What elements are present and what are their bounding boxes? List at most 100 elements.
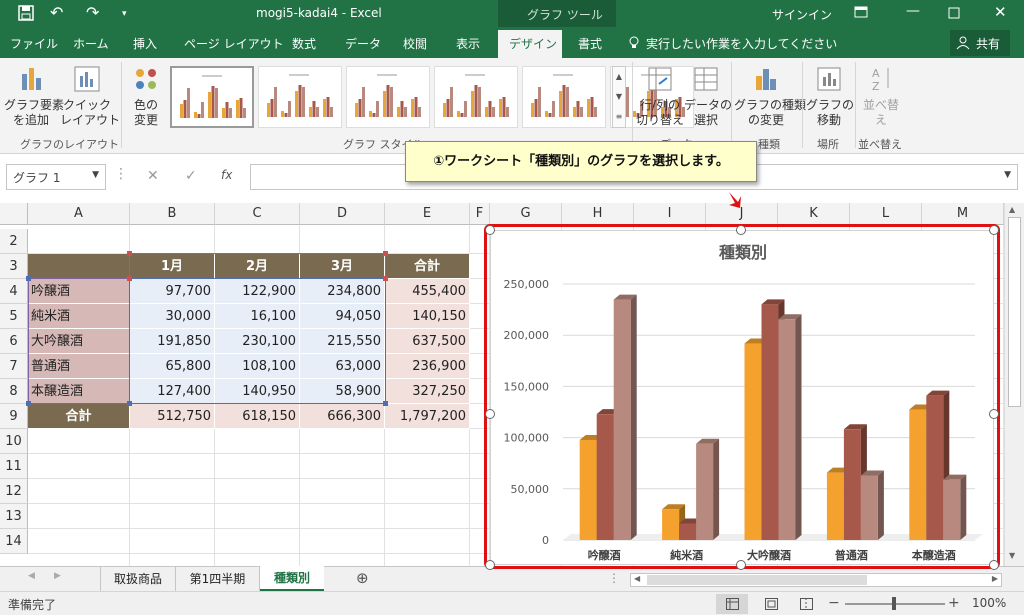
row-header[interactable]: 2 bbox=[0, 229, 28, 254]
row-label-cell[interactable]: 普通酒 bbox=[28, 354, 130, 379]
value-cell[interactable]: 127,400 bbox=[130, 379, 215, 404]
value-cell[interactable]: 512,750 bbox=[130, 404, 215, 429]
insert-function-icon[interactable]: fx bbox=[221, 168, 232, 182]
tab-insert[interactable]: 挿入 bbox=[133, 35, 157, 52]
resize-handle[interactable] bbox=[736, 560, 746, 570]
sheet-tab-q1[interactable]: 第1四半期 bbox=[176, 567, 260, 591]
chart-style-thumbnail[interactable] bbox=[434, 66, 518, 128]
tab-data[interactable]: データ bbox=[345, 35, 381, 52]
column-header-g[interactable]: G bbox=[490, 203, 562, 225]
value-cell[interactable]: 191,850 bbox=[130, 329, 215, 354]
row-header[interactable]: 13 bbox=[0, 504, 28, 529]
value-cell[interactable]: 234,800 bbox=[300, 279, 385, 304]
change-chart-type-button[interactable]: グラフの種類 の変更 bbox=[734, 64, 806, 128]
resize-handle[interactable] bbox=[736, 225, 746, 235]
resize-handle[interactable] bbox=[485, 225, 495, 235]
select-all-corner[interactable] bbox=[0, 203, 28, 225]
bar[interactable] bbox=[613, 299, 631, 540]
table-header-cell[interactable]: 1月 bbox=[130, 254, 215, 279]
value-cell[interactable]: 1,797,200 bbox=[385, 404, 470, 429]
chart-style-thumbnail[interactable] bbox=[170, 66, 254, 128]
value-cell[interactable]: 97,700 bbox=[130, 279, 215, 304]
table-header-cell[interactable] bbox=[28, 254, 130, 279]
value-cell[interactable]: 108,100 bbox=[215, 354, 300, 379]
tab-format[interactable]: 書式 bbox=[578, 35, 602, 52]
resize-handle[interactable] bbox=[989, 225, 999, 235]
bar[interactable] bbox=[596, 414, 614, 540]
row-label-cell[interactable]: 大吟醸酒 bbox=[28, 329, 130, 354]
table-header-cell[interactable]: 3月 bbox=[300, 254, 385, 279]
row-label-cell[interactable]: 純米酒 bbox=[28, 304, 130, 329]
expand-formula-icon[interactable]: ▼ bbox=[1004, 170, 1011, 180]
gallery-scroll[interactable]: ▲ ▼ ≡ bbox=[612, 66, 626, 128]
next-sheet-icon[interactable]: ▶ bbox=[54, 571, 61, 581]
row-header[interactable]: 10 bbox=[0, 429, 28, 454]
tab-page-layout[interactable]: ページ レイアウト bbox=[184, 35, 284, 52]
value-cell[interactable]: 94,050 bbox=[300, 304, 385, 329]
row-header[interactable]: 5 bbox=[0, 304, 28, 329]
signin-link[interactable]: サインイン bbox=[772, 6, 832, 23]
enter-icon[interactable]: ✓ bbox=[185, 168, 197, 184]
row-header[interactable]: 14 bbox=[0, 529, 28, 554]
column-header-d[interactable]: D bbox=[300, 203, 385, 225]
resize-handle[interactable] bbox=[485, 560, 495, 570]
minimize-icon[interactable]: — bbox=[906, 3, 920, 19]
tab-home[interactable]: ホーム bbox=[73, 35, 109, 52]
column-header-c[interactable]: C bbox=[215, 203, 300, 225]
vertical-scroll-thumb[interactable] bbox=[1008, 217, 1021, 407]
chart-styles-gallery[interactable] bbox=[170, 66, 694, 128]
maximize-icon[interactable] bbox=[948, 7, 960, 19]
value-cell[interactable]: 236,900 bbox=[385, 354, 470, 379]
row-label-cell[interactable]: 合計 bbox=[28, 404, 130, 429]
horizontal-scrollbar[interactable]: ◀ ▶ bbox=[630, 573, 1002, 587]
value-cell[interactable]: 666,300 bbox=[300, 404, 385, 429]
chart-style-thumbnail[interactable] bbox=[522, 66, 606, 128]
value-cell[interactable]: 455,400 bbox=[385, 279, 470, 304]
bar[interactable] bbox=[778, 319, 796, 540]
sheet-tab-by-type[interactable]: 種類別 bbox=[260, 566, 324, 591]
chart-style-thumbnail[interactable] bbox=[258, 66, 342, 128]
value-cell[interactable]: 215,550 bbox=[300, 329, 385, 354]
value-cell[interactable]: 65,800 bbox=[130, 354, 215, 379]
value-cell[interactable]: 122,900 bbox=[215, 279, 300, 304]
value-cell[interactable]: 230,100 bbox=[215, 329, 300, 354]
row-header[interactable]: 12 bbox=[0, 479, 28, 504]
redo-icon[interactable]: ↷ bbox=[86, 3, 99, 22]
value-cell[interactable]: 63,000 bbox=[300, 354, 385, 379]
share-button[interactable]: 共有 bbox=[950, 30, 1010, 56]
page-break-view-icon[interactable] bbox=[800, 598, 813, 610]
horizontal-scroll-thumb[interactable] bbox=[647, 575, 867, 585]
cancel-icon[interactable]: ✕ bbox=[147, 168, 159, 184]
row-label-cell[interactable]: 本醸造酒 bbox=[28, 379, 130, 404]
bar[interactable] bbox=[579, 439, 597, 540]
undo-icon[interactable]: ↶ bbox=[50, 3, 63, 22]
column-header-i[interactable]: I bbox=[634, 203, 706, 225]
bar[interactable] bbox=[744, 343, 762, 540]
add-sheet-icon[interactable]: ⊕ bbox=[356, 569, 369, 587]
resize-handle[interactable] bbox=[989, 409, 999, 419]
column-header-f[interactable]: F bbox=[470, 203, 490, 225]
column-header-k[interactable]: K bbox=[778, 203, 850, 225]
row-header[interactable]: 9 bbox=[0, 404, 28, 429]
bar[interactable] bbox=[926, 395, 944, 540]
close-icon[interactable]: ✕ bbox=[994, 3, 1007, 21]
sort-button[interactable]: AZ 並べ替え bbox=[858, 64, 904, 128]
chart-style-thumbnail[interactable] bbox=[346, 66, 430, 128]
tab-formulas[interactable]: 数式 bbox=[292, 35, 316, 52]
ribbon-display-icon[interactable] bbox=[854, 6, 868, 18]
name-box-dropdown-icon[interactable]: ▼ bbox=[92, 170, 99, 180]
value-cell[interactable]: 327,250 bbox=[385, 379, 470, 404]
value-cell[interactable]: 58,900 bbox=[300, 379, 385, 404]
row-header[interactable]: 3 bbox=[0, 254, 28, 279]
row-header[interactable]: 4 bbox=[0, 279, 28, 304]
bar[interactable] bbox=[843, 429, 861, 540]
column-header-l[interactable]: L bbox=[850, 203, 922, 225]
row-header[interactable]: 11 bbox=[0, 454, 28, 479]
add-chart-element-button[interactable]: グラフ要素 を追加 bbox=[4, 64, 64, 128]
table-header-cell[interactable]: 2月 bbox=[215, 254, 300, 279]
select-data-button[interactable]: データの 選択 bbox=[684, 64, 732, 128]
value-cell[interactable]: 637,500 bbox=[385, 329, 470, 354]
tab-file[interactable]: ファイル bbox=[10, 35, 58, 52]
row-label-cell[interactable]: 吟醸酒 bbox=[28, 279, 130, 304]
move-chart-button[interactable]: グラフの 移動 bbox=[806, 64, 854, 128]
